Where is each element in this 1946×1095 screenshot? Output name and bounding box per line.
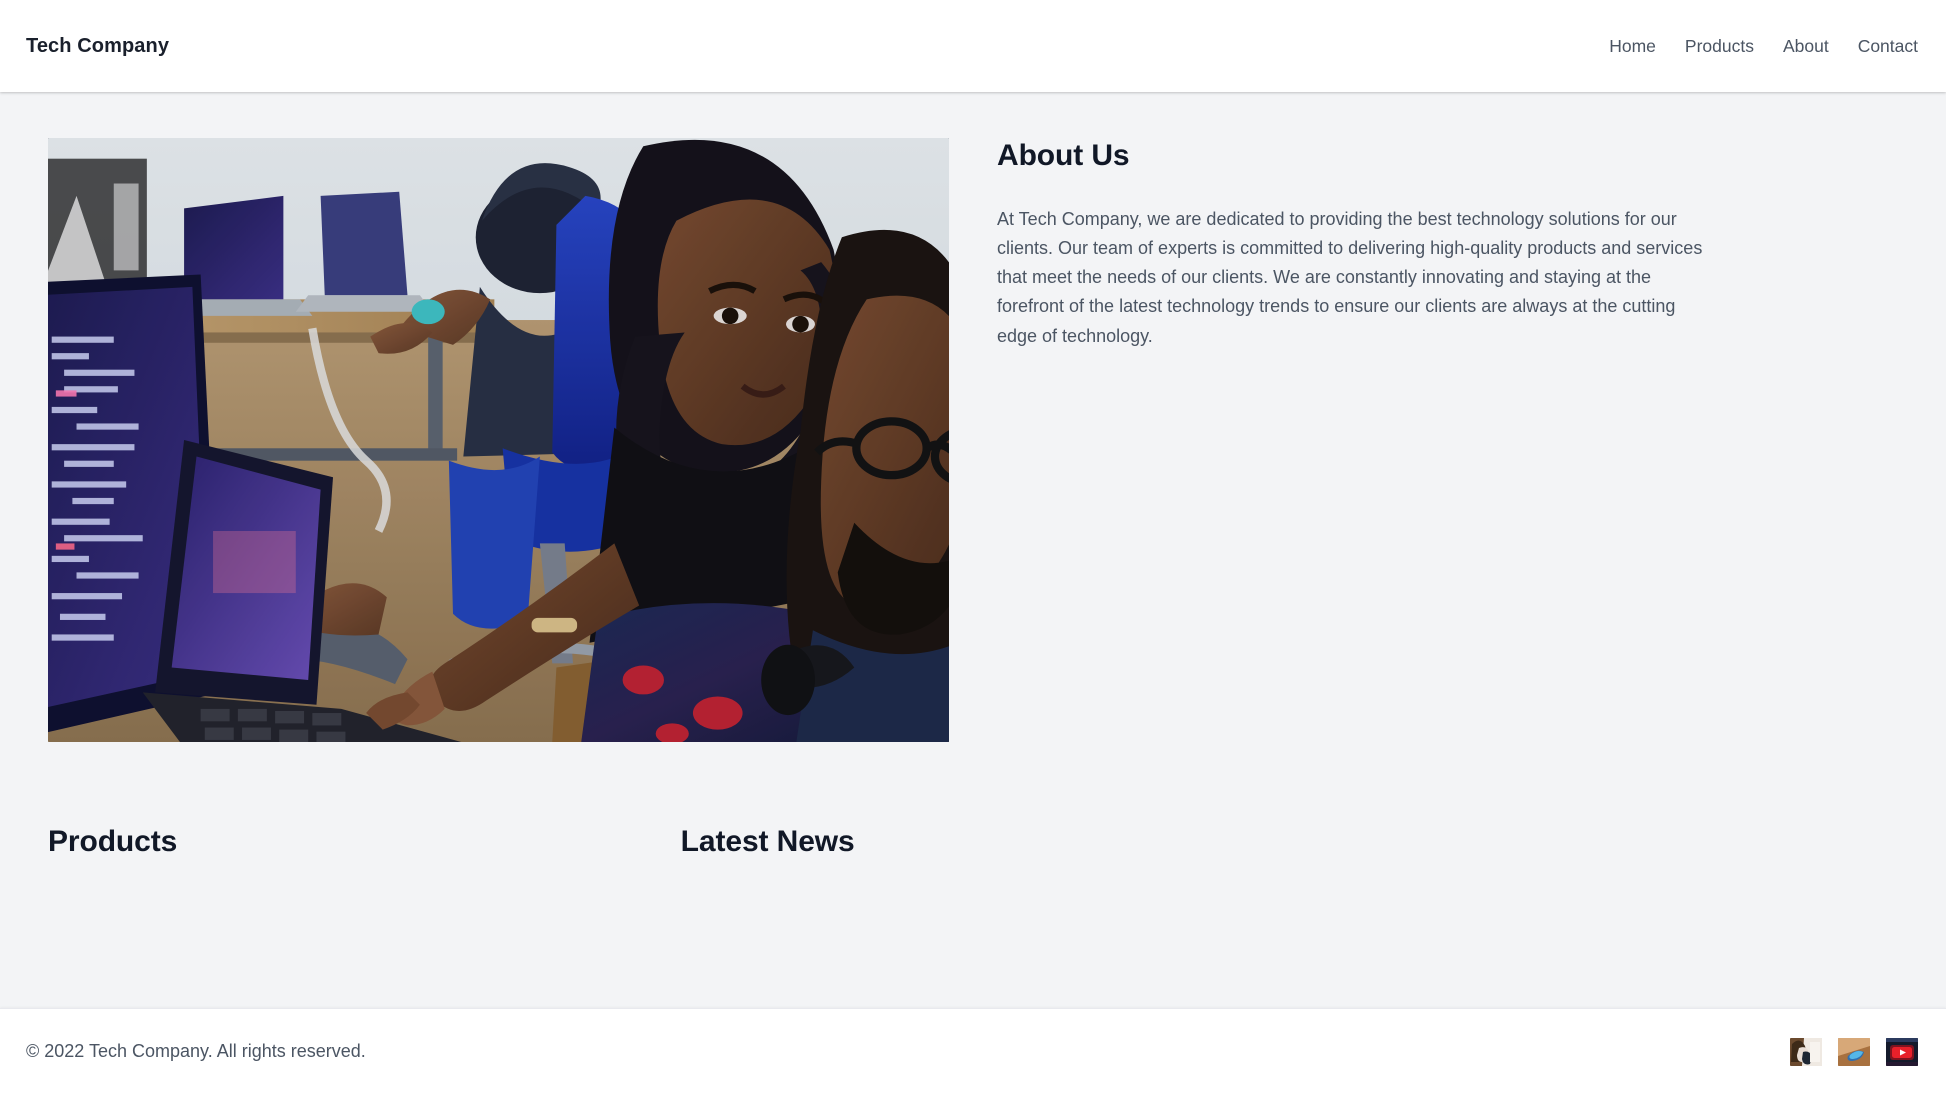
main-content: About Us At Tech Company, we are dedicat… (0, 92, 1946, 1008)
column-latest-news: Latest News (657, 824, 1290, 974)
about-title: About Us (997, 139, 1130, 172)
columns-section: Products Latest News (24, 742, 1922, 974)
column-spacer (1289, 824, 1922, 974)
nav-link-products[interactable]: Products (1685, 32, 1754, 61)
nav-link-about[interactable]: About (1783, 32, 1829, 61)
hero-office-photo (48, 138, 949, 742)
main-navigation: Home Products About Contact (1580, 32, 1922, 61)
about-text-column: About Us At Tech Company, we are dedicat… (973, 138, 1922, 742)
about-section: About Us At Tech Company, we are dedicat… (24, 92, 1922, 742)
social-icon-facebook[interactable] (1790, 1038, 1822, 1066)
about-paragraph: At Tech Company, we are dedicated to pro… (997, 209, 1703, 346)
nav-link-contact[interactable]: Contact (1858, 32, 1918, 61)
site-footer: © 2022 Tech Company. All rights reserved… (0, 1008, 1946, 1095)
copyright-text: © 2022 Tech Company. All rights reserved… (26, 1041, 366, 1062)
social-links (1790, 1038, 1922, 1066)
nav-link-home[interactable]: Home (1609, 32, 1656, 61)
social-icon-twitter[interactable] (1838, 1038, 1870, 1066)
about-media-column (24, 138, 973, 742)
products-title: Products (48, 825, 178, 858)
site-header: Tech Company Home Products About Contact (0, 0, 1946, 92)
social-icon-youtube[interactable] (1886, 1038, 1918, 1066)
column-products: Products (24, 824, 657, 974)
brand-logo[interactable]: Tech Company (24, 36, 169, 56)
latest-news-title: Latest News (680, 825, 855, 858)
